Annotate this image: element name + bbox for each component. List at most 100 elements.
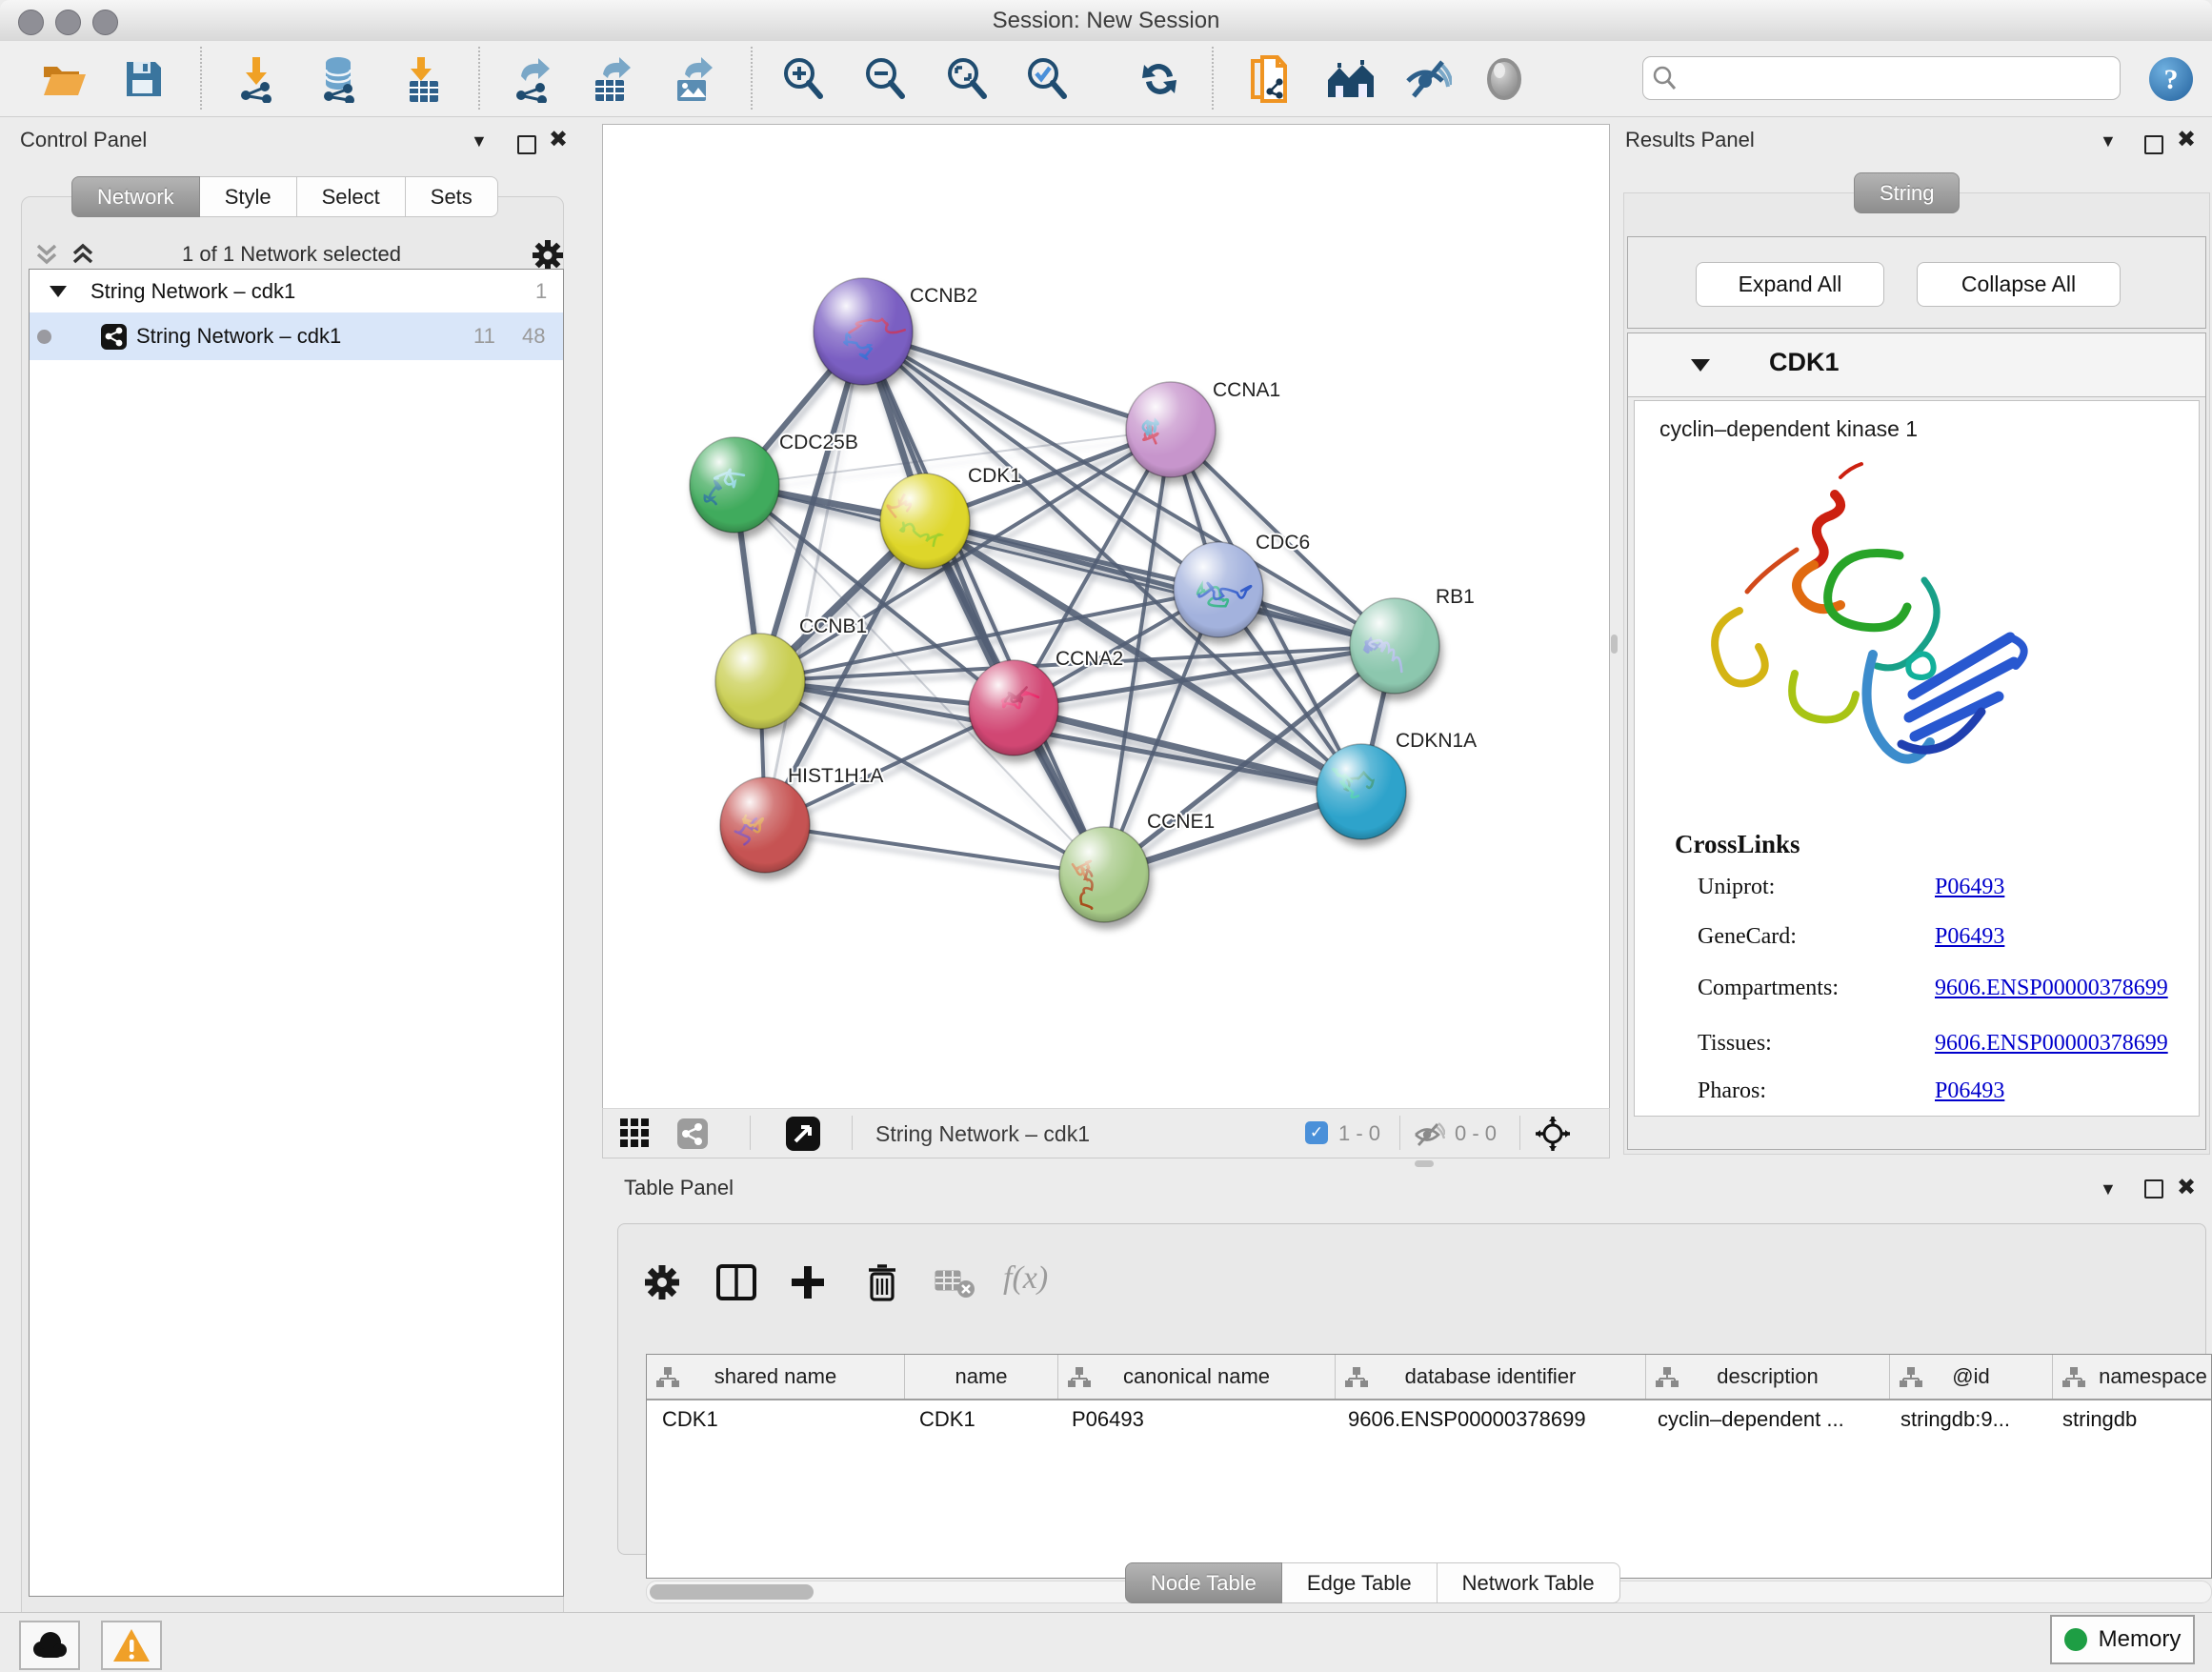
collapse-all-button[interactable]: Collapse All — [1917, 262, 2121, 307]
network-node-CDC6[interactable] — [1174, 542, 1263, 637]
crosslink-link[interactable]: 9606.ENSP00000378699 — [1935, 1031, 2168, 1057]
network-tree-root-row[interactable]: String Network – cdk1 1 — [30, 271, 563, 312]
table-cell[interactable]: stringdb — [2047, 1400, 2212, 1439]
column-header-sharedname[interactable]: shared name — [647, 1355, 905, 1399]
zoom-fit-icon[interactable] — [943, 55, 991, 103]
node-label-CDC6: CDC6 — [1256, 532, 1310, 554]
column-header-id[interactable]: @id — [1890, 1355, 2053, 1399]
tab-select[interactable]: Select — [297, 176, 406, 217]
column-header-name[interactable]: name — [905, 1355, 1058, 1399]
panel-float-icon[interactable] — [517, 135, 536, 154]
panel-menu-icon[interactable]: ▼ — [2100, 131, 2117, 151]
panel-menu-icon[interactable]: ▼ — [471, 131, 488, 151]
tab-node-table[interactable]: Node Table — [1125, 1562, 1282, 1603]
column-header-description[interactable]: description — [1646, 1355, 1890, 1399]
column-header-label: shared name — [714, 1364, 836, 1389]
detach-view-icon[interactable] — [786, 1117, 820, 1151]
crosslink-link[interactable]: P06493 — [1935, 1078, 2004, 1104]
function-builder-icon[interactable]: f(x) — [1003, 1260, 1048, 1297]
table-cell[interactable]: CDK1 — [647, 1400, 904, 1439]
panel-menu-icon[interactable]: ▼ — [2100, 1179, 2117, 1199]
network-node-CCNA2[interactable] — [969, 660, 1058, 755]
tab-network-table[interactable]: Network Table — [1438, 1562, 1620, 1603]
column-header-databaseidentifier[interactable]: database identifier — [1336, 1355, 1646, 1399]
network-canvas[interactable]: CCNB2CCNA1CDC25BCDK1CDC6RB1CCNB1CCNA2CDK… — [602, 124, 1610, 1109]
cloud-button[interactable] — [19, 1621, 80, 1670]
import-network-file-icon[interactable] — [234, 55, 282, 103]
refresh-icon[interactable] — [1136, 55, 1183, 103]
expand-all-button[interactable]: Expand All — [1696, 262, 1884, 307]
node-label-CCNA2: CCNA2 — [1056, 648, 1123, 670]
network-node-CCNB2[interactable] — [814, 278, 913, 385]
import-table-icon[interactable] — [400, 55, 448, 103]
scrollbar-thumb[interactable] — [650, 1584, 814, 1600]
network-edge-CCNB2-CCNE1[interactable] — [863, 332, 1104, 875]
tab-network[interactable]: Network — [71, 176, 200, 217]
gene-header-row[interactable]: CDK1 — [1628, 333, 2205, 397]
string-home-icon[interactable] — [1326, 55, 1374, 103]
table-cell[interactable]: cyclin–dependent ... — [1642, 1400, 1885, 1439]
network-view-share-icon[interactable] — [677, 1118, 708, 1149]
network-node-CCNE1[interactable] — [1059, 827, 1149, 922]
help-icon[interactable]: ? — [2147, 55, 2195, 103]
zoom-out-icon[interactable] — [861, 55, 909, 103]
open-session-icon[interactable] — [40, 55, 88, 103]
show-columns-icon[interactable] — [716, 1264, 756, 1300]
network-node-RB1[interactable] — [1350, 598, 1439, 694]
preview-sphere-icon[interactable] — [1480, 55, 1528, 103]
table-cell[interactable]: P06493 — [1056, 1400, 1333, 1439]
panel-float-icon[interactable] — [2144, 1179, 2163, 1199]
table-settings-gear-icon[interactable] — [644, 1264, 680, 1300]
save-session-icon[interactable] — [120, 55, 168, 103]
network-node-CCNB1[interactable] — [715, 634, 805, 729]
memory-button[interactable]: Memory — [2050, 1615, 2195, 1664]
selected-checkbox-icon[interactable]: ✓ — [1305, 1121, 1328, 1144]
network-edge-CCNE1-HIST1H1A[interactable] — [765, 825, 1104, 875]
panel-float-icon[interactable] — [2144, 135, 2163, 154]
hidden-eye-icon[interactable] — [1413, 1122, 1445, 1147]
network-options-gear-icon[interactable] — [533, 240, 563, 271]
crosslink-link[interactable]: 9606.ENSP00000378699 — [1935, 976, 2168, 1001]
horizontal-splitter-handle[interactable] — [1415, 1160, 1434, 1167]
network-node-HIST1H1A[interactable] — [720, 777, 810, 873]
network-node-CDK1[interactable] — [880, 473, 970, 569]
hide-selected-icon[interactable] — [1404, 55, 1452, 103]
export-table-icon[interactable] — [589, 55, 636, 103]
network-node-CCNA1[interactable] — [1126, 382, 1216, 477]
table-row[interactable]: CDK1CDK1P064939606.ENSP00000378699cyclin… — [647, 1400, 2211, 1439]
shared-column-icon — [2062, 1366, 2085, 1387]
crosslink-link[interactable]: P06493 — [1935, 875, 2004, 900]
warning-button[interactable] — [101, 1621, 162, 1670]
zoom-selected-icon[interactable] — [1023, 55, 1071, 103]
clone-network-icon[interactable] — [1246, 55, 1294, 103]
vertical-splitter-handle[interactable] — [1611, 635, 1618, 654]
delete-table-icon[interactable] — [935, 1268, 976, 1299]
tab-string[interactable]: String — [1854, 172, 1960, 213]
tree-expand-icon[interactable] — [48, 283, 69, 300]
column-header-canonicalname[interactable]: canonical name — [1058, 1355, 1336, 1399]
crosslink-link[interactable]: P06493 — [1935, 924, 2004, 950]
tab-sets[interactable]: Sets — [406, 176, 498, 217]
table-cell[interactable]: 9606.ENSP00000378699 — [1333, 1400, 1642, 1439]
table-cell[interactable]: stringdb:9... — [1885, 1400, 2047, 1439]
network-node-CDKN1A[interactable] — [1317, 744, 1406, 839]
table-cell[interactable]: CDK1 — [904, 1400, 1056, 1439]
panel-close-icon[interactable]: ✖ — [2177, 1178, 2196, 1198]
birdseye-navigator-icon[interactable] — [1535, 1116, 1571, 1152]
collapse-entry-icon[interactable] — [1689, 356, 1712, 373]
panel-close-icon[interactable]: ✖ — [549, 131, 568, 150]
delete-columns-icon[interactable] — [864, 1262, 900, 1302]
network-node-CDC25B[interactable] — [690, 437, 779, 533]
search-input[interactable] — [1681, 56, 2120, 100]
zoom-in-icon[interactable] — [779, 55, 827, 103]
tab-style[interactable]: Style — [200, 176, 297, 217]
import-network-database-icon[interactable] — [316, 55, 364, 103]
create-column-icon[interactable] — [790, 1264, 826, 1300]
network-tree-child-row[interactable]: String Network – cdk1 11 48 — [30, 312, 563, 360]
export-image-icon[interactable] — [671, 55, 718, 103]
grid-view-icon[interactable] — [620, 1118, 651, 1149]
export-network-icon[interactable] — [509, 55, 556, 103]
column-header-namespace[interactable]: namespace — [2053, 1355, 2212, 1399]
panel-close-icon[interactable]: ✖ — [2177, 131, 2196, 150]
tab-edge-table[interactable]: Edge Table — [1282, 1562, 1438, 1603]
